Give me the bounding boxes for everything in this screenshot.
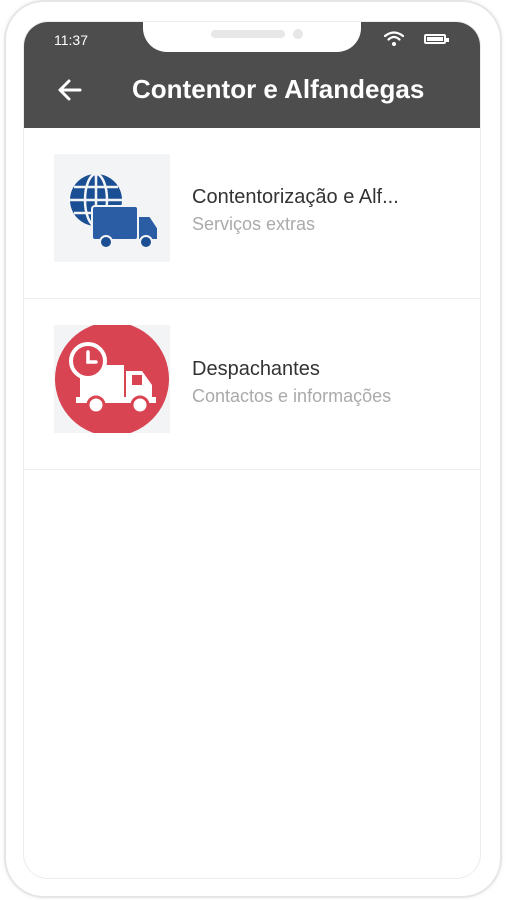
item-title: Contentorização e Alf... (192, 186, 399, 208)
list-item-contentorizacao[interactable]: Contentorização e Alf... Serviços extras (24, 128, 480, 299)
screen: 11:37 Contentor e Alfandegas Contentoriz… (24, 22, 480, 878)
app-header: 11:37 Contentor e Alfandegas (24, 22, 480, 128)
page-title: Contentor e Alfandegas (132, 74, 425, 104)
arrow-left-icon (58, 79, 82, 101)
status-time: 11:37 (54, 32, 88, 48)
battery-icon (424, 34, 449, 44)
notch (143, 22, 361, 52)
clock-truck-icon (54, 325, 170, 433)
wifi-icon (384, 31, 404, 46)
item-title: Despachantes (192, 358, 320, 380)
speaker (211, 30, 285, 38)
back-button[interactable] (56, 76, 84, 104)
menu-list: Contentorização e Alf... Serviços extras (24, 128, 480, 470)
phone-frame: 11:37 Contentor e Alfandegas Contentoriz… (6, 2, 500, 896)
item-subtitle: Serviços extras (192, 214, 316, 234)
globe-truck-icon (54, 154, 170, 262)
item-subtitle: Contactos e informações (192, 386, 392, 406)
list-item-despachantes[interactable]: Despachantes Contactos e informações (24, 299, 480, 470)
camera (293, 29, 303, 39)
